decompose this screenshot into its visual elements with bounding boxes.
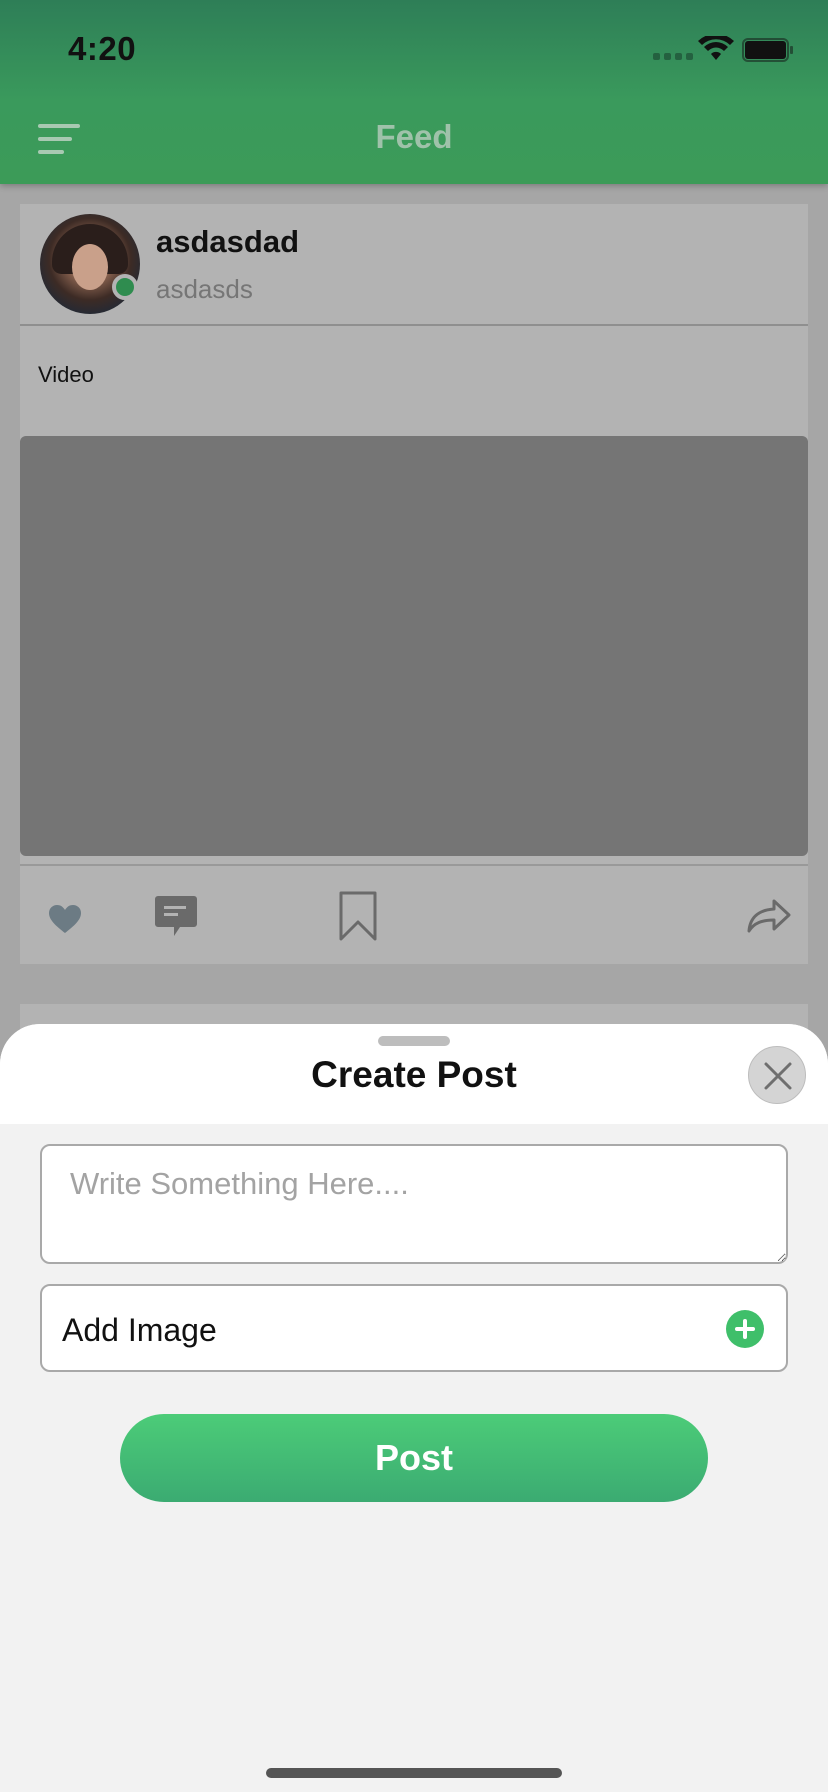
sheet-grabber[interactable] (378, 1036, 450, 1046)
video-player[interactable] (20, 436, 808, 856)
post-handle: asdasds (156, 274, 253, 304)
add-icon (726, 1310, 764, 1348)
status-time: 4:20 (68, 30, 137, 67)
add-image-label: Add Image (62, 1312, 217, 1348)
sheet-title: Create Post (311, 1054, 517, 1095)
divider (20, 324, 808, 326)
post-button[interactable]: Post (120, 1414, 708, 1502)
heart-icon[interactable] (48, 904, 82, 934)
add-image-button[interactable]: Add Image (40, 1284, 788, 1372)
wifi-icon (698, 36, 734, 60)
feed-post-card: asdasdad asdasds Video (20, 204, 808, 964)
cellular-signal-icon (653, 53, 693, 60)
home-indicator (266, 1768, 562, 1778)
post-text: Video (38, 362, 94, 387)
battery-icon (742, 38, 793, 62)
close-icon (764, 1062, 792, 1090)
app-header: 4:20 Feed (0, 0, 828, 184)
page-title: Feed (375, 118, 453, 155)
bookmark-icon[interactable] (338, 890, 378, 942)
post-username[interactable]: asdasdad (156, 224, 299, 260)
share-icon[interactable] (746, 898, 792, 934)
divider (20, 864, 808, 866)
sheet-header: Create Post (0, 1024, 828, 1124)
online-status-indicator (112, 274, 138, 300)
post-text-input[interactable] (40, 1144, 788, 1264)
close-button[interactable] (748, 1046, 806, 1104)
comment-icon[interactable] (154, 894, 198, 938)
create-post-sheet: Create Post Add Image Post (0, 1024, 828, 1792)
